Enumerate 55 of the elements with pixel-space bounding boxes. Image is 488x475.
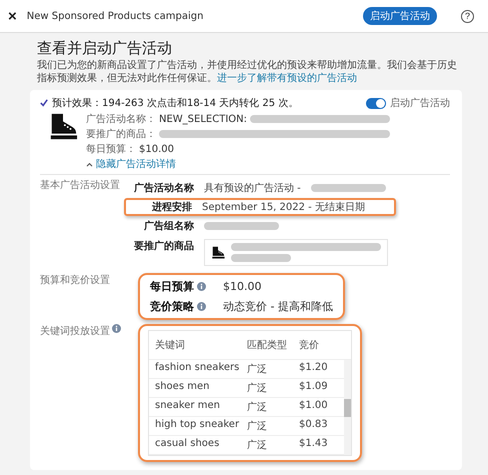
info-icon bbox=[197, 302, 206, 311]
boot-icon bbox=[48, 112, 78, 140]
column-header: 关键词 bbox=[155, 338, 186, 353]
field-value: 具有预设的广告活动 - bbox=[204, 182, 301, 195]
column-header: 匹配类型 bbox=[247, 338, 288, 353]
field-label: 每日预算 bbox=[150, 279, 194, 294]
table-cell-text: shoes men bbox=[155, 380, 210, 394]
table-cell-text: $1.00 bbox=[299, 399, 329, 413]
table-cell-text: 广泛 bbox=[247, 438, 268, 453]
page-description: 我们已为您的新商品设置了广告活动，并使用经过优化的预设来帮助增加流量。我们会基于历史指标预测效果，但无法对此作任何保证。进一步了解带有预设的广告活动 bbox=[37, 60, 458, 85]
page-title: 查看并启动广告活动 bbox=[37, 39, 173, 58]
learn-more-link[interactable]: 进一步了解带有预设的广告活动 bbox=[217, 72, 357, 84]
table-cell-text: 广泛 bbox=[247, 362, 268, 377]
field-label: 进程安排 bbox=[150, 200, 192, 214]
check-icon bbox=[40, 99, 48, 107]
table-cell-text: sneaker men bbox=[155, 399, 221, 413]
field-value: 动态竞价 - 提高和降低 bbox=[223, 299, 333, 314]
table-cell-text: $1.09 bbox=[299, 380, 329, 394]
table-cell-text: fashion sneakers bbox=[155, 361, 240, 375]
detail-value: $10.00 bbox=[139, 144, 174, 154]
detail-label: 每日预算： bbox=[86, 143, 136, 156]
info-icon bbox=[112, 324, 121, 333]
field-value: September 15, 2022 - 无结束日期 bbox=[202, 200, 365, 214]
toggle-label: 启动广告活动 bbox=[390, 96, 450, 110]
section-label: 基本广告活动设置 bbox=[40, 178, 121, 193]
field-label: 广告活动名称 bbox=[133, 181, 194, 195]
field-label: 广告组名称 bbox=[143, 219, 194, 233]
section-label: 预算和竞价设置 bbox=[40, 274, 111, 288]
table-cell-text: 广泛 bbox=[247, 400, 268, 415]
toggle-switch[interactable] bbox=[366, 98, 386, 108]
detail-label: 广告活动名称： bbox=[86, 112, 156, 126]
column-header: 竞价 bbox=[299, 338, 320, 353]
section-label: 关键词投放设置 bbox=[40, 324, 110, 338]
launch-button[interactable]: 启动广告活动 bbox=[363, 7, 437, 25]
table-cell-text: 广泛 bbox=[247, 382, 268, 396]
table-cell-text: $1.43 bbox=[299, 437, 329, 451]
table-cell-text: $0.83 bbox=[299, 418, 329, 432]
collapse-icon bbox=[86, 162, 93, 166]
estimate-text: 预计效果：194-263 次点击和18-14 天内转化 25 次。 bbox=[52, 96, 300, 110]
close-button[interactable]: × bbox=[8, 8, 17, 24]
table-cell-text: high top sneaker bbox=[155, 418, 240, 432]
info-icon bbox=[197, 282, 206, 291]
redacted-bar bbox=[231, 254, 291, 262]
detail-label: 要推广的商品： bbox=[86, 128, 156, 141]
detail-value: NEW_SELECTION: bbox=[159, 114, 248, 124]
hide-details-link[interactable]: 隐藏广告活动详情 bbox=[96, 157, 176, 171]
table-cell-text: $1.20 bbox=[299, 361, 329, 375]
help-button[interactable]: ? bbox=[461, 10, 474, 22]
table-cell-text: casual shoes bbox=[155, 437, 220, 451]
window-title: New Sponsored Products campaign bbox=[26, 10, 204, 22]
field-label: 竞价策略 bbox=[150, 299, 194, 314]
scrollbar[interactable] bbox=[344, 360, 351, 455]
table-cell-text: 广泛 bbox=[247, 420, 268, 434]
field-label: 要推广的商品 bbox=[133, 239, 194, 253]
field-value: $10.00 bbox=[223, 280, 262, 293]
